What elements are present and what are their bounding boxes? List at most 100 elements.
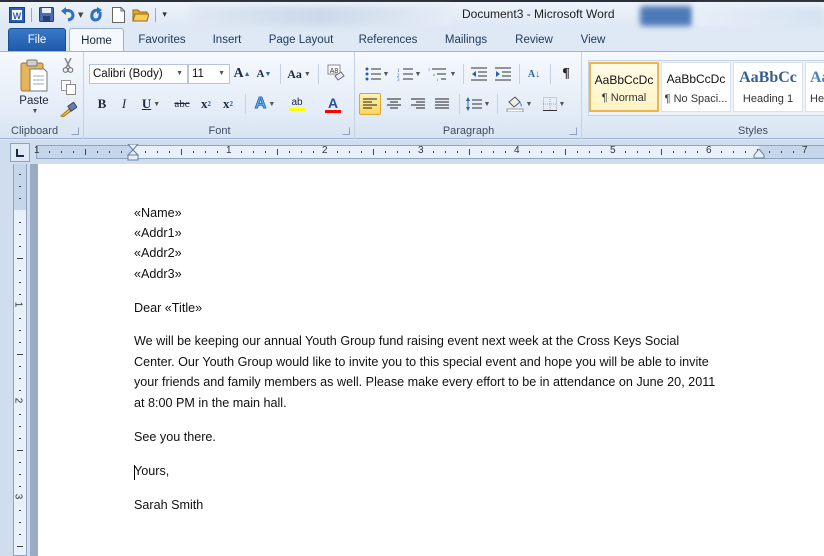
align-center-button[interactable]: [383, 93, 405, 115]
tab-stop-selector[interactable]: [10, 143, 30, 162]
ruler-tick: [673, 151, 674, 153]
ruler-tick: [121, 151, 122, 153]
bullets-button[interactable]: ▼: [362, 64, 392, 84]
right-indent-marker-icon[interactable]: [753, 149, 765, 159]
closing-line[interactable]: See you there.: [134, 430, 216, 444]
tab-page-layout[interactable]: Page Layout: [262, 28, 340, 52]
shrink-font-button[interactable]: A ▼: [255, 64, 273, 84]
strikethrough-button[interactable]: abc: [171, 94, 193, 114]
tab-mailings[interactable]: Mailings: [435, 28, 497, 52]
highlight-button[interactable]: ab: [282, 94, 312, 114]
multilevel-list-button[interactable]: 1 a i ▼: [426, 64, 458, 84]
decrease-indent-icon: [471, 67, 487, 81]
undo-icon[interactable]: [60, 6, 77, 23]
ruler-tick: [505, 151, 506, 153]
font-size-combo[interactable]: 11 ▼: [188, 64, 230, 84]
highlight-color-swatch: [289, 108, 305, 111]
clipboard-group: Paste ▼ Clipboard: [8, 52, 84, 139]
undo-dropdown-icon[interactable]: ▼: [78, 11, 83, 19]
align-left-icon: [363, 98, 377, 109]
font-group-label: Font: [208, 125, 231, 137]
merge-field-addr1[interactable]: «Addr1»: [134, 226, 182, 240]
superscript-button[interactable]: x2: [219, 94, 237, 114]
style-sample: AaBbCcDc: [594, 73, 654, 87]
ruler-tick: [19, 234, 21, 235]
paragraph-group-label: Paragraph: [442, 125, 495, 137]
paste-dropdown-icon[interactable]: ▼: [32, 107, 39, 115]
change-case-button[interactable]: Aa ▼: [285, 64, 313, 84]
tab-view[interactable]: View: [570, 28, 616, 52]
tab-references[interactable]: References: [352, 28, 424, 52]
format-painter-button[interactable]: [58, 100, 78, 118]
sort-button[interactable]: A↓: [523, 64, 545, 84]
bold-button[interactable]: B: [93, 94, 111, 114]
numbering-button[interactable]: 1 2 3 ▼: [394, 64, 424, 84]
cut-button[interactable]: [58, 56, 78, 74]
subscript-button[interactable]: x2: [197, 94, 215, 114]
increase-indent-button[interactable]: [492, 64, 514, 84]
customize-qat-icon[interactable]: ▾: [162, 10, 167, 19]
body-line[interactable]: We will be keeping our annual Youth Grou…: [134, 334, 679, 348]
ruler-tick: [529, 151, 530, 153]
merge-field-addr3[interactable]: «Addr3»: [134, 267, 182, 281]
underline-button[interactable]: U ▼: [137, 94, 165, 114]
open-folder-icon[interactable]: [132, 6, 150, 23]
align-right-button[interactable]: [407, 93, 429, 115]
merge-field-name[interactable]: «Name»: [134, 206, 182, 220]
signature[interactable]: Sarah Smith: [134, 498, 203, 512]
style-no-spacing[interactable]: AaBbCcDc ¶ No Spaci...: [661, 62, 731, 112]
style-heading-1[interactable]: AaBbCc Heading 1: [733, 62, 803, 112]
show-formatting-marks-button[interactable]: ¶: [556, 64, 576, 84]
styles-group: AaBbCcDc ¶ Normal AaBbCcDc ¶ No Spaci...…: [583, 52, 824, 139]
save-icon[interactable]: [38, 6, 55, 23]
tab-file[interactable]: File: [8, 28, 66, 52]
shrink-font-icon: A: [256, 68, 265, 80]
paragraph-dialog-launcher[interactable]: [569, 127, 577, 135]
line-spacing-button[interactable]: ▼: [464, 93, 492, 115]
font-name-combo[interactable]: Calibri (Body) ▼: [89, 64, 188, 84]
body-line[interactable]: Center. Our Youth Group would like to in…: [134, 355, 709, 369]
style-normal[interactable]: AaBbCcDc ¶ Normal: [589, 62, 659, 112]
horizontal-ruler[interactable]: 1 1 2 3 4 5 6 7: [34, 144, 824, 162]
ruler-tick: [19, 474, 21, 475]
redo-icon[interactable]: [88, 6, 105, 23]
italic-button[interactable]: I: [115, 94, 133, 114]
align-left-button[interactable]: [359, 93, 381, 115]
borders-icon: [542, 97, 557, 111]
font-color-button[interactable]: A: [317, 94, 349, 114]
ruler-tick: [19, 186, 21, 187]
ruler-tick: [19, 246, 21, 247]
salutation[interactable]: Dear «Title»: [134, 301, 202, 315]
ruler-number: 1: [12, 301, 24, 308]
borders-button[interactable]: ▼: [538, 93, 570, 115]
copy-button[interactable]: [58, 78, 78, 96]
signoff[interactable]: Yours,: [134, 464, 169, 478]
style-heading-2[interactable]: AaBbCc He: [805, 62, 824, 112]
tab-favorites[interactable]: Favorites: [130, 28, 194, 52]
new-document-icon[interactable]: [110, 6, 127, 23]
justify-button[interactable]: [431, 93, 453, 115]
word-logo-icon[interactable]: W: [8, 6, 25, 23]
tab-insert[interactable]: Insert: [202, 28, 252, 52]
ruler-tick: [493, 151, 494, 153]
ruler-tick: [49, 151, 50, 153]
clipboard-dialog-launcher[interactable]: [71, 127, 79, 135]
ruler-tick: [349, 151, 350, 153]
tab-home[interactable]: Home: [69, 28, 124, 52]
shading-button[interactable]: ▼: [503, 93, 535, 115]
paste-button[interactable]: Paste ▼: [12, 56, 56, 118]
font-dialog-launcher[interactable]: [342, 127, 350, 135]
grow-font-button[interactable]: A ▲: [233, 64, 251, 84]
multilevel-list-icon: 1ai: [428, 67, 446, 81]
body-line[interactable]: your friends and family members as well.…: [134, 375, 715, 389]
text-effects-button[interactable]: A ▼: [252, 94, 278, 114]
vertical-ruler[interactable]: 1 2 3: [12, 164, 27, 556]
ruler-number: 3: [418, 145, 424, 156]
merge-field-addr2[interactable]: «Addr2»: [134, 246, 182, 260]
body-line[interactable]: at 8:00 PM in the main hall.: [134, 396, 287, 410]
indent-marker-icon[interactable]: [127, 144, 139, 162]
ruler-number: 6: [706, 145, 712, 156]
decrease-indent-button[interactable]: [468, 64, 490, 84]
tab-review[interactable]: Review: [508, 28, 560, 52]
clear-formatting-button[interactable]: A8: [325, 62, 347, 84]
